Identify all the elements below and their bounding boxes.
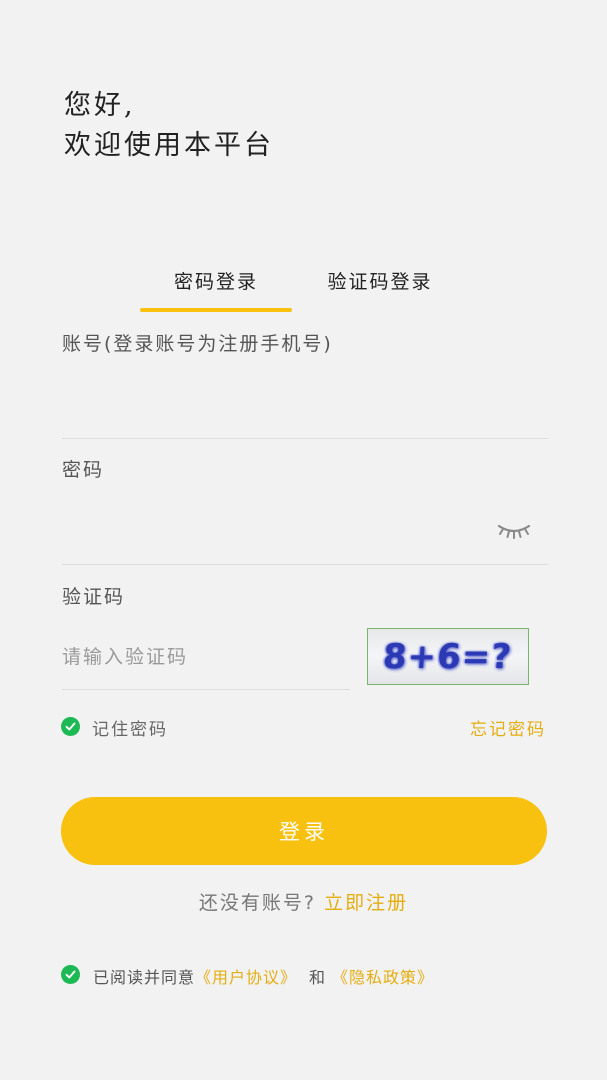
agreement-prefix: 已阅读并同意 <box>93 968 196 987</box>
captcha-image[interactable]: 8+6=? <box>367 628 529 685</box>
password-input[interactable] <box>62 512 482 552</box>
agreement-row: 已阅读并同意《用户协议》和《隐私政策》 <box>93 964 434 988</box>
tab-password-login[interactable]: 密码登录 <box>140 262 292 302</box>
captcha-input[interactable] <box>62 637 342 677</box>
login-button[interactable]: 登录 <box>61 797 547 865</box>
eye-closed-icon[interactable] <box>496 520 532 540</box>
check-icon <box>65 970 76 979</box>
password-divider <box>62 564 548 565</box>
captcha-label: 验证码 <box>62 586 126 608</box>
agreement-and: 和 <box>309 968 327 987</box>
register-prompt: 还没有账号? <box>198 892 317 914</box>
remember-checkbox[interactable] <box>61 717 80 736</box>
register-row: 还没有账号? 立即注册 <box>0 888 607 915</box>
login-tabs: 密码登录 验证码登录 <box>140 262 470 314</box>
account-divider <box>62 438 548 439</box>
captcha-divider <box>62 689 350 690</box>
greeting-line-2: 欢迎使用本平台 <box>64 130 274 161</box>
greeting: 您好, 欢迎使用本平台 <box>64 86 274 166</box>
tab-sms-login[interactable]: 验证码登录 <box>310 262 450 302</box>
user-agreement-link[interactable]: 《用户协议》 <box>195 968 297 987</box>
check-icon <box>65 722 76 731</box>
remember-label[interactable]: 记住密码 <box>92 715 168 740</box>
greeting-line-1: 您好, <box>64 90 136 121</box>
register-link[interactable]: 立即注册 <box>324 892 408 914</box>
forgot-password-link[interactable]: 忘记密码 <box>470 715 546 740</box>
privacy-policy-link[interactable]: 《隐私政策》 <box>332 968 434 987</box>
agreement-checkbox[interactable] <box>61 965 80 984</box>
account-label: 账号(登录账号为注册手机号) <box>62 333 333 355</box>
login-page: 您好, 欢迎使用本平台 密码登录 验证码登录 账号(登录账号为注册手机号) 密码… <box>0 0 607 1080</box>
active-tab-indicator <box>140 308 292 312</box>
account-input[interactable] <box>62 388 546 428</box>
captcha-text: 8+6=? <box>382 636 514 677</box>
password-label: 密码 <box>62 459 105 481</box>
